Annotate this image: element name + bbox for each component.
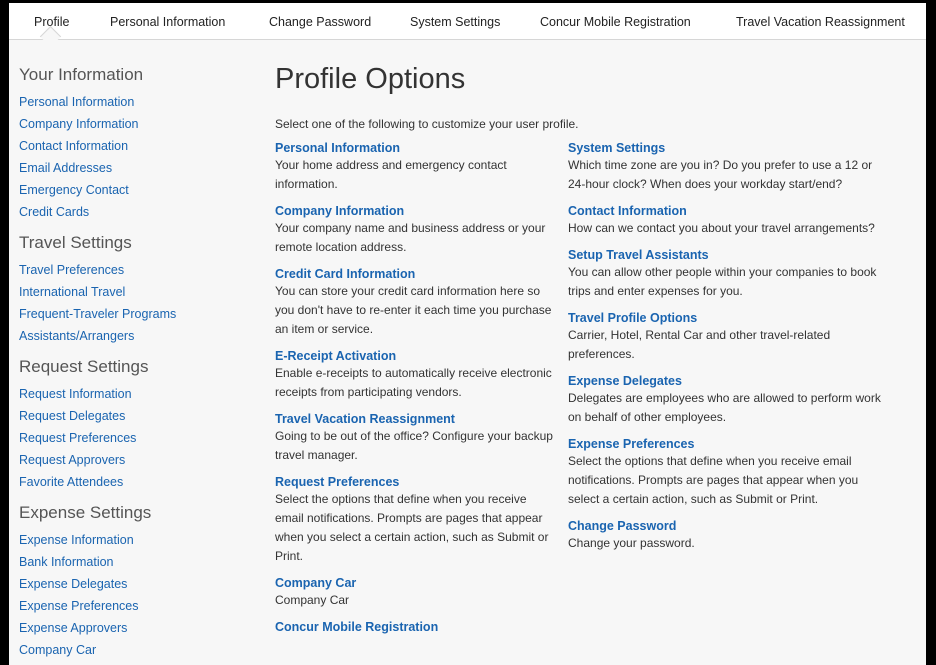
option-personal-information: Personal Information Your home address a… (275, 141, 555, 194)
top-navigation: Profile Personal Information Change Pass… (9, 3, 926, 48)
option-link-travel-profile-options[interactable]: Travel Profile Options (568, 311, 886, 326)
sidebar-heading: Request Settings (19, 357, 149, 376)
sidebar-link-personal-information[interactable]: Personal Information (19, 91, 239, 113)
option-contact-information: Contact Information How can we contact y… (568, 204, 886, 238)
sidebar-group-request-settings: Request Settings Request Information Req… (19, 357, 239, 493)
sidebar-heading: Your Information (19, 65, 144, 84)
option-description: You can allow other people within your c… (568, 265, 877, 298)
tab-travel-vacation-reassignment[interactable]: Travel Vacation Reassignment (736, 3, 905, 39)
option-link-setup-travel-assistants[interactable]: Setup Travel Assistants (568, 248, 886, 263)
tab-system-settings[interactable]: System Settings (410, 3, 500, 39)
option-concur-mobile-registration: Concur Mobile Registration (275, 620, 555, 635)
sidebar-group-travel-settings: Travel Settings Travel Preferences Inter… (19, 233, 239, 347)
option-description: Select the options that define when you … (568, 454, 859, 506)
sidebar-link-frequent-traveler-programs[interactable]: Frequent-Traveler Programs (19, 303, 239, 325)
option-link-concur-mobile-registration[interactable]: Concur Mobile Registration (275, 620, 555, 635)
tab-change-password[interactable]: Change Password (269, 3, 371, 39)
option-description: Carrier, Hotel, Rental Car and other tra… (568, 328, 831, 361)
sidebar-link-request-preferences[interactable]: Request Preferences (19, 427, 239, 449)
option-link-travel-vacation-reassignment[interactable]: Travel Vacation Reassignment (275, 412, 555, 427)
option-description: Going to be out of the office? Configure… (275, 429, 553, 462)
options-column-left: Personal Information Your home address a… (275, 141, 555, 645)
option-company-information: Company Information Your company name an… (275, 204, 555, 257)
sidebar-link-assistants-arrangers[interactable]: Assistants/Arrangers (19, 325, 239, 347)
options-column-right: System Settings Which time zone are you … (568, 141, 886, 563)
option-description: You can store your credit card informati… (275, 284, 552, 336)
option-description: Company Car (275, 593, 350, 607)
tab-personal-information[interactable]: Personal Information (110, 3, 225, 39)
sidebar-link-expense-preferences[interactable]: Expense Preferences (19, 595, 239, 617)
sidebar: Your Information Personal Information Co… (19, 65, 239, 665)
option-link-credit-card-information[interactable]: Credit Card Information (275, 267, 555, 282)
sidebar-link-expense-approvers[interactable]: Expense Approvers (19, 617, 239, 639)
sidebar-link-email-addresses[interactable]: Email Addresses (19, 157, 239, 179)
profile-window: Profile Personal Information Change Pass… (9, 3, 926, 665)
option-link-e-receipt-activation[interactable]: E-Receipt Activation (275, 349, 555, 364)
sidebar-link-contact-information[interactable]: Contact Information (19, 135, 239, 157)
sidebar-link-company-car[interactable]: Company Car (19, 639, 239, 661)
sidebar-heading: Expense Settings (19, 503, 152, 522)
option-setup-travel-assistants: Setup Travel Assistants You can allow ot… (568, 248, 886, 301)
sidebar-link-request-delegates[interactable]: Request Delegates (19, 405, 239, 427)
option-change-password: Change Password Change your password. (568, 519, 886, 553)
option-expense-delegates: Expense Delegates Delegates are employee… (568, 374, 886, 427)
sidebar-link-request-approvers[interactable]: Request Approvers (19, 449, 239, 471)
page-title: Profile Options (275, 63, 466, 95)
option-travel-vacation-reassignment: Travel Vacation Reassignment Going to be… (275, 412, 555, 465)
option-request-preferences: Request Preferences Select the options t… (275, 475, 555, 566)
option-system-settings: System Settings Which time zone are you … (568, 141, 886, 194)
sidebar-link-credit-cards[interactable]: Credit Cards (19, 201, 239, 223)
tab-concur-mobile-registration[interactable]: Concur Mobile Registration (540, 3, 691, 39)
option-link-personal-information[interactable]: Personal Information (275, 141, 555, 156)
sidebar-group-expense-settings: Expense Settings Expense Information Ban… (19, 503, 239, 661)
sidebar-link-international-travel[interactable]: International Travel (19, 281, 239, 303)
option-link-company-information[interactable]: Company Information (275, 204, 555, 219)
option-description: Select the options that define when you … (275, 492, 549, 563)
intro-text: Select one of the following to customize… (275, 117, 579, 131)
option-description: Your company name and business address o… (275, 221, 546, 254)
option-link-contact-information[interactable]: Contact Information (568, 204, 886, 219)
option-description: Change your password. (568, 536, 695, 550)
option-link-request-preferences[interactable]: Request Preferences (275, 475, 555, 490)
sidebar-heading: Travel Settings (19, 233, 132, 252)
option-description: How can we contact you about your travel… (568, 221, 875, 235)
sidebar-link-request-information[interactable]: Request Information (19, 383, 239, 405)
sidebar-link-company-information[interactable]: Company Information (19, 113, 239, 135)
option-description: Your home address and emergency contact … (275, 158, 507, 191)
sidebar-link-bank-information[interactable]: Bank Information (19, 551, 239, 573)
sidebar-link-favorite-attendees[interactable]: Favorite Attendees (19, 471, 239, 493)
option-link-company-car[interactable]: Company Car (275, 576, 555, 591)
option-description: Delegates are employees who are allowed … (568, 391, 881, 424)
option-credit-card-information: Credit Card Information You can store yo… (275, 267, 555, 339)
sidebar-group-your-information: Your Information Personal Information Co… (19, 65, 239, 223)
main-content: Profile Options Select one of the follow… (275, 61, 915, 634)
option-link-expense-preferences[interactable]: Expense Preferences (568, 437, 886, 452)
sidebar-link-travel-preferences[interactable]: Travel Preferences (19, 259, 239, 281)
option-description: Enable e-receipts to automatically recei… (275, 366, 552, 399)
sidebar-link-emergency-contact[interactable]: Emergency Contact (19, 179, 239, 201)
option-e-receipt-activation: E-Receipt Activation Enable e-receipts t… (275, 349, 555, 402)
sidebar-link-expense-delegates[interactable]: Expense Delegates (19, 573, 239, 595)
option-company-car: Company Car Company Car (275, 576, 555, 610)
option-link-change-password[interactable]: Change Password (568, 519, 886, 534)
option-link-system-settings[interactable]: System Settings (568, 141, 886, 156)
option-description: Which time zone are you in? Do you prefe… (568, 158, 873, 191)
option-link-expense-delegates[interactable]: Expense Delegates (568, 374, 886, 389)
option-expense-preferences: Expense Preferences Select the options t… (568, 437, 886, 509)
option-travel-profile-options: Travel Profile Options Carrier, Hotel, R… (568, 311, 886, 364)
sidebar-link-expense-information[interactable]: Expense Information (19, 529, 239, 551)
